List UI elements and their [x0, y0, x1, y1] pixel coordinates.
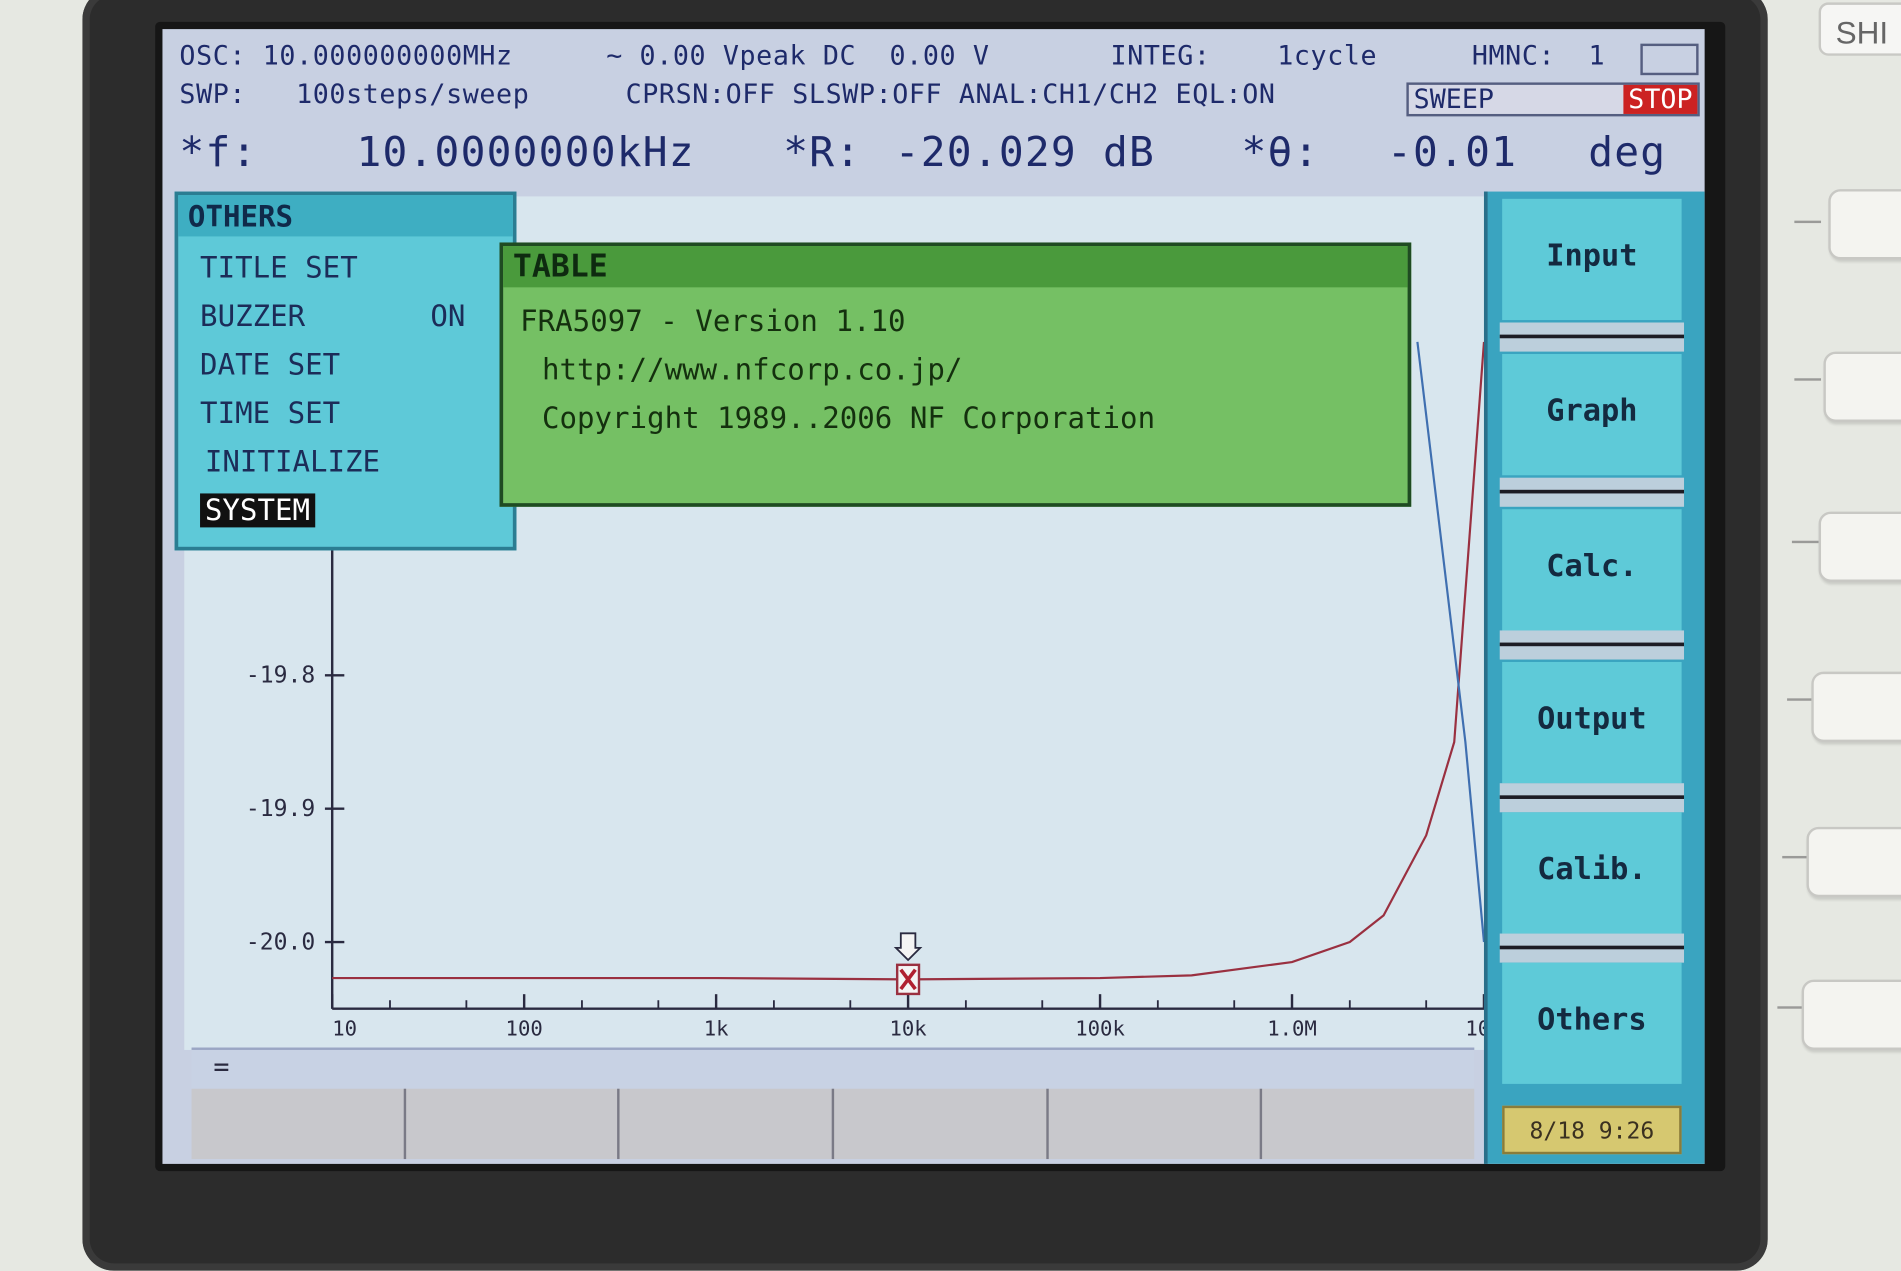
device-photo: SHI OSC: 10.000000000MHz ~ 0.00 Vpeak DC… [0, 0, 1901, 1271]
key-tick [1794, 378, 1822, 381]
y-tick-label: -19.9 [246, 796, 315, 822]
menu-item-title-set[interactable]: TITLE SET [200, 251, 358, 285]
menu-item-time-set[interactable]: TIME SET [200, 396, 340, 430]
softkey-calib-label: Calib. [1537, 851, 1647, 887]
key-tick [1794, 220, 1822, 224]
sweep-status-box: SWEEP STOP [1406, 82, 1700, 117]
hardware-softkey-4[interactable] [1811, 671, 1901, 742]
fkey-5[interactable] [1048, 1088, 1263, 1160]
hmnc-box [1640, 43, 1699, 76]
url-text: http://www.nfcorp.co.jp/ [541, 352, 963, 387]
x-tick-label: 1.0M [1267, 1016, 1317, 1040]
key-tick [1787, 698, 1814, 701]
analysis-flags: CPRSN:OFF SLSWP:OFF ANAL:CH1/CH2 EQL:ON [625, 80, 1276, 111]
menu-item-buzzer[interactable]: BUZZER [200, 299, 305, 333]
menu-item-system[interactable]: SYSTEM [200, 493, 315, 528]
menu-item-initialize[interactable]: INITIALIZE [205, 445, 380, 479]
brand-label: SHI [1818, 2, 1901, 56]
fkey-6[interactable] [1263, 1089, 1475, 1159]
table-popup-title: TABLE [503, 246, 1408, 288]
softkey-output[interactable]: Output [1502, 661, 1682, 784]
sweep-setting: SWP: 100steps/sweep [179, 80, 530, 111]
softkey-calc[interactable]: Calc. [1502, 509, 1682, 631]
y-axis-ticks: -19.7-19.8-19.9-20.0 [246, 529, 345, 955]
x-tick-label: 10 [332, 1016, 357, 1040]
hmnc-setting: HMNC: 1 [1471, 41, 1606, 72]
key-tick [1777, 1006, 1805, 1009]
softkey-panel: Input Graph Calc. Output Calib. Others 8… [1483, 191, 1705, 1164]
fkey-1[interactable] [192, 1088, 406, 1160]
hardware-softkey-3[interactable] [1818, 511, 1901, 582]
others-menu: OTHERS TITLE SET BUZZER ON DATE SET TIME… [174, 191, 517, 551]
freq-label: *f: [179, 128, 258, 178]
softkey-divider [1499, 477, 1685, 507]
table-popup: TABLE FRA5097 - Version 1.10 http://www.… [499, 242, 1412, 507]
softkey-divider [1499, 933, 1685, 963]
theta-unit: deg [1588, 128, 1667, 178]
x-tick-label: 1k [704, 1016, 729, 1040]
stop-indicator: STOP [1623, 84, 1698, 115]
theta-label: *θ: [1241, 128, 1320, 178]
r-label: *R: [783, 128, 862, 178]
copyright-text: Copyright 1989..2006 NF Corporation [541, 401, 1156, 436]
softkey-others[interactable]: Others [1502, 962, 1682, 1084]
version-text: FRA5097 - Version 1.10 [520, 304, 906, 339]
softkey-calib[interactable]: Calib. [1502, 812, 1682, 934]
softkey-others-label: Others [1537, 1001, 1647, 1037]
softkey-input-label: Input [1546, 237, 1638, 273]
x-tick-label: 100k [1075, 1016, 1125, 1040]
cursor-arrow-icon [893, 932, 923, 962]
date-time-display: 8/18 9:26 [1502, 1105, 1682, 1155]
integ-setting: INTEG: 1cycle [1110, 41, 1378, 72]
r-readout: -20.029 dB [894, 128, 1156, 178]
hardware-softkey-1[interactable] [1828, 189, 1901, 260]
hardware-softkey-5[interactable] [1806, 826, 1901, 898]
x-axis-ticks: 101001k10k100k1.0M10M [330, 994, 1503, 1040]
buzzer-value: ON [430, 299, 466, 334]
softkey-divider [1499, 783, 1685, 813]
x-tick-label: 10k [889, 1016, 927, 1040]
cursor-marker [893, 932, 923, 996]
key-tick [1791, 540, 1819, 544]
softkey-divider [1499, 630, 1685, 660]
hardware-softkey-2[interactable] [1823, 351, 1901, 422]
theta-readout: -0.01 [1386, 128, 1518, 178]
softkey-graph-label: Graph [1546, 392, 1638, 428]
key-tick [1782, 855, 1809, 859]
softkey-calc-label: Calc. [1546, 548, 1638, 584]
fkey-2[interactable] [406, 1088, 620, 1160]
hardware-softkey-6[interactable] [1801, 979, 1901, 1050]
softkey-graph[interactable]: Graph [1502, 354, 1682, 476]
menu-item-date-set[interactable]: DATE SET [200, 348, 340, 382]
softkey-divider [1499, 322, 1685, 352]
y-tick-label: -19.8 [246, 663, 315, 689]
function-key-bar [191, 1088, 1475, 1160]
osc-setting: OSC: 10.000000000MHz [179, 41, 513, 72]
input-line: = [191, 1047, 1475, 1089]
y-tick-label: -20.0 [246, 929, 315, 955]
freq-readout: 10.0000000kHz [356, 128, 695, 178]
sweep-status-label: SWEEP [1413, 84, 1494, 116]
softkey-output-label: Output [1537, 700, 1647, 736]
amplitude-setting: ~ 0.00 Vpeak DC 0.00 V [606, 41, 990, 72]
softkey-input[interactable]: Input [1502, 198, 1682, 321]
input-prompt: = [213, 1052, 230, 1083]
series-line-2 [1416, 341, 1486, 943]
x-tick-label: 100 [506, 1016, 543, 1040]
fkey-3[interactable] [620, 1088, 835, 1160]
others-menu-title: OTHERS [178, 195, 513, 237]
instrument-screen: OSC: 10.000000000MHz ~ 0.00 Vpeak DC 0.0… [162, 29, 1705, 1164]
fkey-4[interactable] [834, 1088, 1049, 1160]
